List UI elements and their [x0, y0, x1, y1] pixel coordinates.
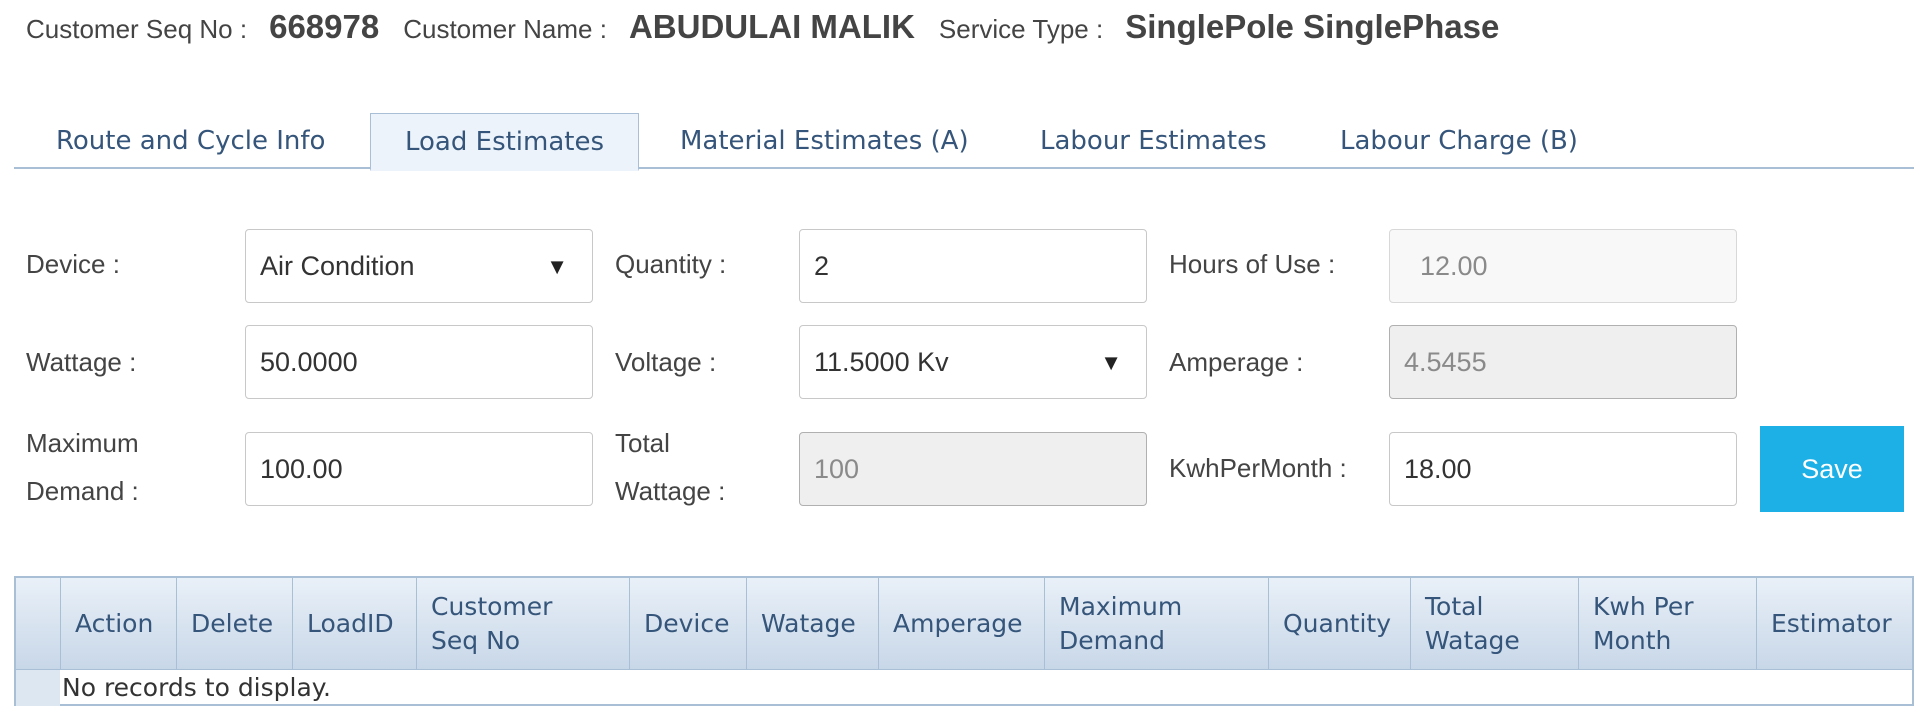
tab-load-estimates[interactable]: Load Estimates — [370, 113, 640, 171]
column-header-delete[interactable]: Delete — [176, 578, 292, 670]
total-wattage-label: Total Wattage : — [615, 419, 725, 515]
hours-of-use-input[interactable]: 12.00 — [1389, 229, 1737, 303]
total-wattage-field: 100 — [799, 432, 1147, 506]
column-header-amperage[interactable]: Amperage — [878, 578, 1044, 670]
column-header-text-2: Month — [1593, 626, 1672, 655]
amperage-value: 4.5455 — [1404, 346, 1487, 377]
no-records-message: No records to display. — [62, 673, 331, 702]
grid-empty-row: No records to display. — [16, 670, 1912, 706]
device-select[interactable]: Air Condition ▼ — [245, 229, 593, 303]
column-header-text: Watage — [761, 609, 856, 638]
column-header-text: Action — [75, 609, 154, 638]
column-header-text-2: Seq No — [431, 626, 521, 655]
quantity-input[interactable]: 2 — [799, 229, 1147, 303]
grid-row-indicator — [16, 670, 60, 706]
grid-header: Action Delete LoadID Customer Seq No Devi… — [16, 578, 1912, 670]
column-header-text-2: Demand — [1059, 626, 1166, 655]
tab-route-and-cycle-info[interactable]: Route and Cycle Info — [56, 113, 325, 169]
column-header-text: Device — [644, 609, 730, 638]
tab-labour-charge[interactable]: Labour Charge (B) — [1340, 113, 1578, 169]
column-header-customer-seq-no[interactable]: Customer Seq No — [416, 578, 629, 670]
kwh-per-month-input[interactable]: 18.00 — [1389, 432, 1737, 506]
maximum-demand-input[interactable]: 100.00 — [245, 432, 593, 506]
tab-bar: Route and Cycle Info Load Estimates Mate… — [14, 113, 1914, 171]
column-header-text-2: Watage — [1425, 626, 1520, 655]
maximum-demand-label: Maximum Demand : — [26, 419, 139, 515]
hours-of-use-label: Hours of Use : — [1169, 249, 1336, 279]
customer-name-value: ABUDULAI MALIK — [628, 8, 915, 45]
column-header-text: Total — [1425, 592, 1484, 621]
maximum-demand-label-line-2: Demand : — [26, 476, 139, 506]
voltage-label: Voltage : — [615, 347, 717, 377]
column-header-quantity[interactable]: Quantity — [1268, 578, 1410, 670]
chevron-down-icon[interactable]: ▼ — [1100, 350, 1122, 376]
amperage-field: 4.5455 — [1389, 325, 1737, 399]
tab-labour-estimates[interactable]: Labour Estimates — [1040, 113, 1267, 169]
customer-name-label: Customer Name : — [403, 14, 607, 44]
voltage-select[interactable]: 11.5000 Kv ▼ — [799, 325, 1147, 399]
tab-material-estimates[interactable]: Material Estimates (A) — [680, 113, 969, 169]
total-wattage-value: 100 — [814, 453, 860, 484]
device-label: Device : — [26, 249, 120, 279]
column-header-watage[interactable]: Watage — [746, 578, 878, 670]
save-button[interactable]: Save — [1760, 426, 1904, 512]
column-header-device[interactable]: Device — [629, 578, 746, 670]
wattage-label: Wattage : — [26, 347, 137, 377]
column-header-total-watage[interactable]: Total Watage — [1410, 578, 1578, 670]
column-header-text: Kwh Per — [1593, 592, 1694, 621]
customer-seq-label: Customer Seq No : — [26, 14, 248, 44]
device-select-value: Air Condition — [260, 250, 415, 281]
column-header-text: Amperage — [893, 609, 1023, 638]
column-header-maximum-demand[interactable]: Maximum Demand — [1044, 578, 1268, 670]
hours-of-use-value: 12.00 — [1420, 250, 1488, 281]
maximum-demand-value: 100.00 — [260, 453, 343, 484]
column-header-estimator[interactable]: Estimator — [1756, 578, 1912, 670]
column-header-text: Quantity — [1283, 609, 1392, 638]
load-estimates-grid: Action Delete LoadID Customer Seq No Devi… — [14, 576, 1914, 706]
amperage-label: Amperage : — [1169, 347, 1304, 377]
column-header-text: Customer — [431, 592, 553, 621]
total-wattage-label-line-1: Total — [615, 428, 670, 458]
column-header-loadid[interactable]: LoadID — [292, 578, 416, 670]
column-header-kwh-per-month[interactable]: Kwh Per Month — [1578, 578, 1756, 670]
voltage-select-value: 11.5000 Kv — [814, 346, 949, 377]
maximum-demand-label-line-1: Maximum — [26, 428, 139, 458]
chevron-down-icon[interactable]: ▼ — [546, 254, 568, 280]
kwh-per-month-label: KwhPerMonth : — [1169, 453, 1347, 483]
wattage-input[interactable]: 50.0000 — [245, 325, 593, 399]
total-wattage-label-line-2: Wattage : — [615, 476, 726, 506]
quantity-input-value: 2 — [814, 250, 830, 281]
service-type-label: Service Type : — [938, 14, 1104, 44]
quantity-label: Quantity : — [615, 249, 727, 279]
column-header-text: LoadID — [307, 609, 394, 638]
column-header-action[interactable]: Action — [60, 578, 176, 670]
column-header-text: Delete — [191, 609, 274, 638]
service-type-value: SinglePole SinglePhase — [1125, 8, 1500, 45]
customer-header: Customer Seq No : 668978 Customer Name :… — [26, 8, 1523, 48]
column-header-text: Maximum — [1059, 592, 1183, 621]
column-header-text: Estimator — [1771, 609, 1892, 638]
wattage-input-value: 50.0000 — [260, 346, 358, 377]
kwh-per-month-value: 18.00 — [1404, 453, 1472, 484]
customer-seq-value: 668978 — [269, 8, 380, 45]
